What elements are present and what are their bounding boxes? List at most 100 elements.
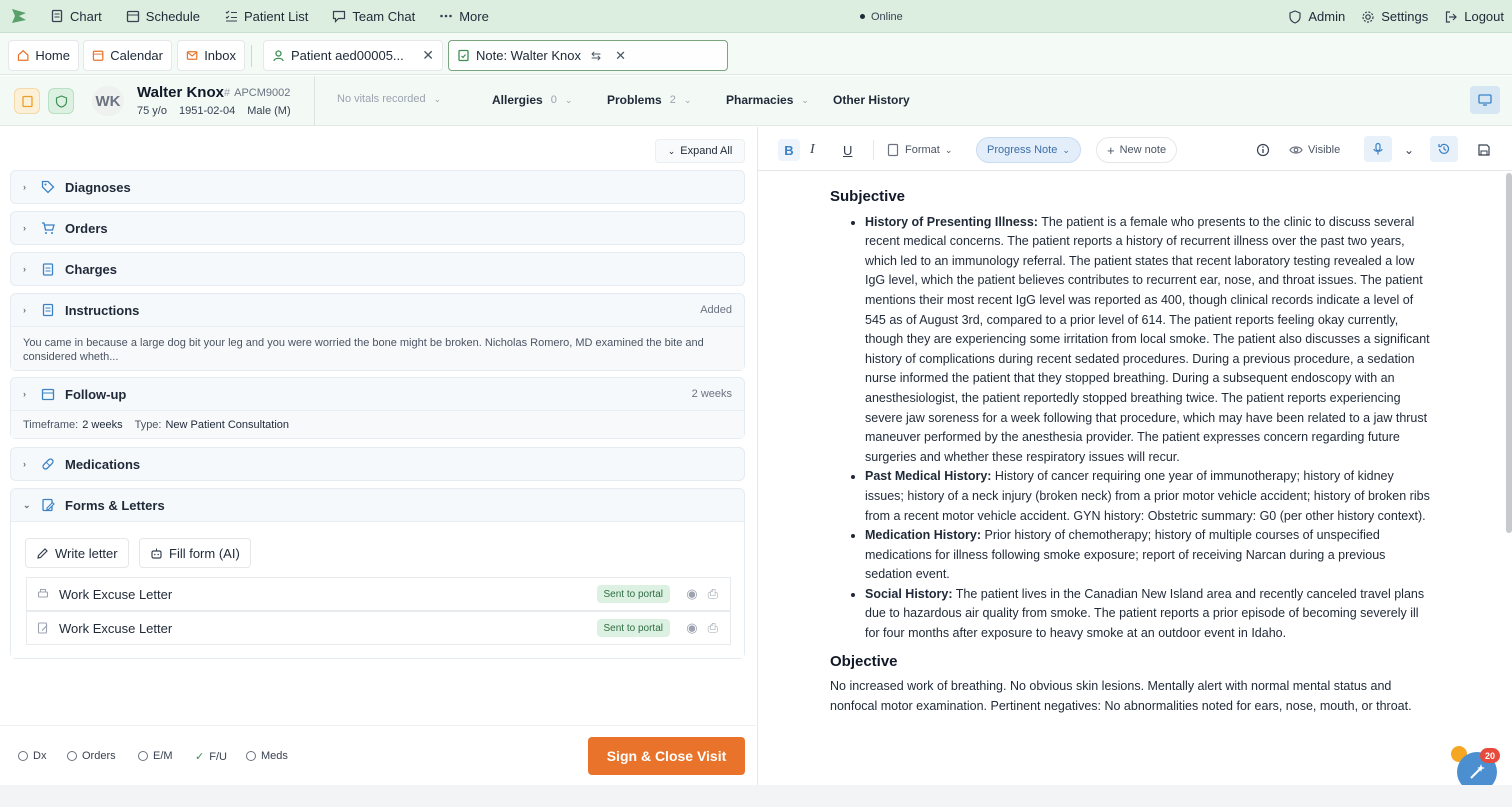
- section-diagnoses-header[interactable]: › Diagnoses: [11, 171, 744, 203]
- avatar: WK: [92, 86, 124, 116]
- note-content[interactable]: Subjective History of Presenting Illness…: [830, 187, 1430, 757]
- check-orders[interactable]: Orders: [67, 750, 116, 762]
- inbox-icon: [186, 51, 198, 60]
- instructions-preview: You came in because a large dog bit your…: [11, 326, 744, 370]
- tab-inbox-label: Inbox: [204, 48, 236, 63]
- gear-icon: [1362, 10, 1374, 23]
- underline-button[interactable]: U: [843, 139, 852, 161]
- eye-icon[interactable]: ◉: [686, 586, 697, 602]
- plus-icon: +: [1107, 142, 1115, 158]
- letter-row[interactable]: Work Excuse Letter Sent to portal ◉ ⎙: [26, 611, 731, 645]
- tab-inbox[interactable]: Inbox: [177, 40, 245, 71]
- tab-bar: Home Calendar Inbox Patient aed00005... …: [0, 33, 1512, 75]
- expand-all-button[interactable]: ⌄ Expand All: [655, 139, 745, 163]
- tab-home-label: Home: [35, 48, 70, 63]
- sign-close-visit-button[interactable]: Sign & Close Visit: [588, 737, 745, 775]
- section-instructions-title: Instructions: [65, 302, 140, 318]
- section-medications-header[interactable]: › Medications: [11, 448, 744, 480]
- nav-chart[interactable]: Chart: [38, 0, 114, 33]
- nav-patient-list[interactable]: Patient List: [212, 0, 320, 33]
- check-fu[interactable]: ✓ F/U: [195, 750, 227, 764]
- tab-calendar[interactable]: Calendar: [83, 40, 172, 71]
- swap-icon[interactable]: ⇆: [591, 49, 601, 63]
- eye-icon[interactable]: ◉: [686, 620, 697, 636]
- allergies-dropdown[interactable]: Allergies 0 ⌄: [492, 93, 572, 107]
- subjective-heading: Subjective: [830, 188, 906, 205]
- save-button[interactable]: [1477, 139, 1491, 161]
- monitor-icon[interactable]: [1470, 86, 1500, 114]
- logout-button[interactable]: Logout: [1436, 0, 1512, 33]
- dictation-options-button[interactable]: ⌄: [1404, 139, 1414, 161]
- letter-row[interactable]: Work Excuse Letter Sent to portal ◉ ⎙: [26, 577, 731, 611]
- sticky-note-icon[interactable]: [14, 88, 40, 114]
- status-dot-icon: [860, 14, 865, 19]
- list-icon: [225, 10, 238, 22]
- format-dropdown[interactable]: Format ⌄: [886, 139, 952, 161]
- tab-note-label: Note: Walter Knox: [476, 48, 582, 63]
- section-followup-title: Follow-up: [65, 386, 127, 402]
- problems-dropdown[interactable]: Problems 2 ⌄: [607, 93, 691, 107]
- subjective-list: History of Presenting Illness: The patie…: [865, 213, 1430, 644]
- tab-home[interactable]: Home: [8, 40, 79, 71]
- section-orders-header[interactable]: › Orders: [11, 212, 744, 244]
- settings-button[interactable]: Settings: [1353, 0, 1436, 33]
- write-letter-button[interactable]: Write letter: [25, 538, 129, 568]
- nav-schedule-label: Schedule: [145, 8, 201, 24]
- tab-separator: [251, 45, 252, 67]
- close-icon[interactable]: ✕: [615, 48, 626, 64]
- tab-note[interactable]: Note: Walter Knox ⇆ ✕: [448, 40, 728, 71]
- section-followup-header[interactable]: › Follow-up 2 weeks: [11, 378, 744, 410]
- home-icon: [17, 49, 29, 61]
- chevron-right-icon: ›: [23, 389, 26, 399]
- new-note-button[interactable]: + New note: [1096, 137, 1178, 163]
- tab-patient[interactable]: Patient aed00005... ✕: [263, 40, 443, 71]
- print-icon[interactable]: ⎙: [708, 620, 718, 636]
- other-history-label: Other History: [833, 93, 910, 107]
- note-type-dropdown[interactable]: Progress Note ⌄: [976, 137, 1081, 163]
- section-charges-title: Charges: [65, 261, 118, 277]
- pharmacies-dropdown[interactable]: Pharmacies ⌄: [726, 93, 809, 107]
- patient-header: WK Walter Knox # APCM9002 75 y/o 1951-02-…: [0, 76, 1512, 126]
- bold-button[interactable]: B: [778, 139, 800, 161]
- tag-icon: [41, 180, 55, 194]
- scrollbar[interactable]: [1506, 173, 1512, 533]
- chevron-right-icon: ›: [23, 223, 26, 233]
- nav-more[interactable]: More: [427, 0, 501, 33]
- app-logo-icon[interactable]: [0, 8, 38, 24]
- format-label: Format: [905, 144, 940, 156]
- history-button[interactable]: [1430, 136, 1458, 162]
- radio-empty-icon: [67, 751, 77, 761]
- fill-form-label: Fill form (AI): [169, 545, 240, 561]
- nav-schedule[interactable]: Schedule: [114, 0, 212, 33]
- visible-label: Visible: [1308, 144, 1341, 156]
- check-em[interactable]: E/M: [138, 750, 173, 762]
- visible-toggle[interactable]: Visible: [1289, 139, 1340, 161]
- printer-icon: [37, 589, 49, 598]
- section-charges-header[interactable]: › Charges: [11, 253, 744, 285]
- microphone-icon: [1373, 142, 1383, 155]
- info-button[interactable]: [1256, 139, 1270, 161]
- check-dx[interactable]: Dx: [18, 750, 46, 762]
- print-icon[interactable]: ⎙: [708, 586, 718, 602]
- close-icon[interactable]: ✕: [422, 47, 434, 64]
- chevron-down-icon: ⌄: [801, 94, 809, 105]
- patient-id: # APCM9002: [224, 87, 291, 99]
- other-history-button[interactable]: Other History: [833, 93, 910, 107]
- italic-button[interactable]: I: [810, 139, 815, 161]
- nav-team-chat[interactable]: Team Chat: [320, 0, 427, 33]
- hpi-item: History of Presenting Illness: The patie…: [865, 213, 1430, 468]
- microphone-button[interactable]: [1364, 136, 1392, 162]
- insurance-icon[interactable]: [48, 88, 74, 114]
- problems-label: Problems: [607, 93, 662, 107]
- fill-form-button[interactable]: Fill form (AI): [139, 538, 251, 568]
- section-instructions-header[interactable]: › Instructions Added: [11, 294, 744, 326]
- chevron-right-icon: ›: [23, 305, 26, 315]
- write-letter-label: Write letter: [55, 545, 118, 561]
- admin-button[interactable]: Admin: [1280, 0, 1353, 33]
- chevron-down-icon: ⌄: [683, 94, 692, 105]
- patient-id-value: APCM9002: [234, 87, 291, 99]
- vitals-dropdown[interactable]: No vitals recorded ⌄: [337, 93, 441, 105]
- timeframe-value: 2 weeks: [82, 418, 123, 431]
- check-meds[interactable]: Meds: [246, 750, 288, 762]
- section-forms-header[interactable]: ⌄ Forms & Letters: [11, 489, 744, 521]
